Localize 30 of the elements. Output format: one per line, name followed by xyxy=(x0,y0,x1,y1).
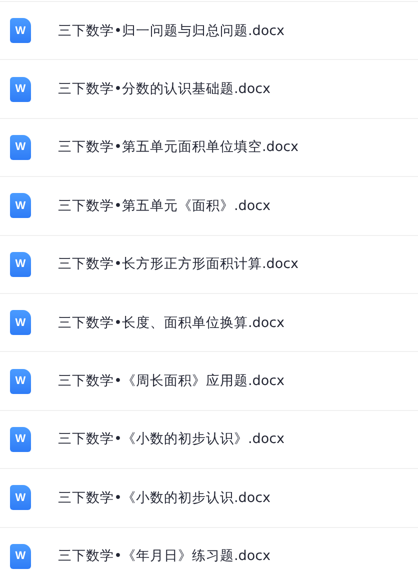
file-name: 三下数学•分数的认识基础题.docx xyxy=(58,80,270,98)
document-icon: W xyxy=(10,134,31,160)
file-name: 三下数学•《年月日》练习题.docx xyxy=(58,547,270,566)
file-row[interactable]: W 三下数学•《年月日》练习题.docx xyxy=(0,526,418,583)
file-name: 三下数学•长度、面积单位换算.docx xyxy=(58,314,284,332)
document-icon: W xyxy=(10,426,31,452)
document-icon: W xyxy=(10,76,31,102)
document-icon: W xyxy=(10,18,31,44)
file-row[interactable]: W 三下数学•《小数的初步认识.docx xyxy=(0,468,418,527)
file-name: 三下数学•归一问题与归总问题.docx xyxy=(58,22,284,40)
file-row[interactable]: W 三下数学•第五单元《面积》.docx xyxy=(0,176,418,235)
file-row[interactable]: W 三下数学•《周长面积》应用题.docx xyxy=(0,351,418,410)
document-icon: W xyxy=(10,485,31,510)
file-row[interactable]: W 三下数学•分数的认识基础题.docx xyxy=(0,59,418,118)
file-row[interactable]: W 三下数学•第五单元面积单位填空.docx xyxy=(0,118,418,176)
file-row[interactable]: W 三下数学•归一问题与归总问题.docx xyxy=(0,1,418,60)
file-row[interactable]: W 三下数学•长度、面积单位换算.docx xyxy=(0,292,418,352)
file-name: 三下数学•《小数的初步认识》.docx xyxy=(58,430,284,448)
file-name: 三下数学•第五单元《面积》.docx xyxy=(58,196,270,215)
file-name: 三下数学•长方形正方形面积计算.docx xyxy=(58,255,298,274)
document-icon: W xyxy=(10,310,31,336)
file-row[interactable]: W 三下数学•《小数的初步认识》.docx xyxy=(0,410,418,468)
file-name: 三下数学•《小数的初步认识.docx xyxy=(58,488,270,507)
document-icon: W xyxy=(10,193,31,218)
document-icon: W xyxy=(10,368,31,394)
file-name: 三下数学•《周长面积》应用题.docx xyxy=(58,372,284,390)
file-row[interactable]: W 三下数学•长方形正方形面积计算.docx xyxy=(0,234,418,293)
document-icon: W xyxy=(10,252,31,277)
file-name: 三下数学•第五单元面积单位填空.docx xyxy=(58,138,298,156)
document-icon: W xyxy=(10,544,31,569)
